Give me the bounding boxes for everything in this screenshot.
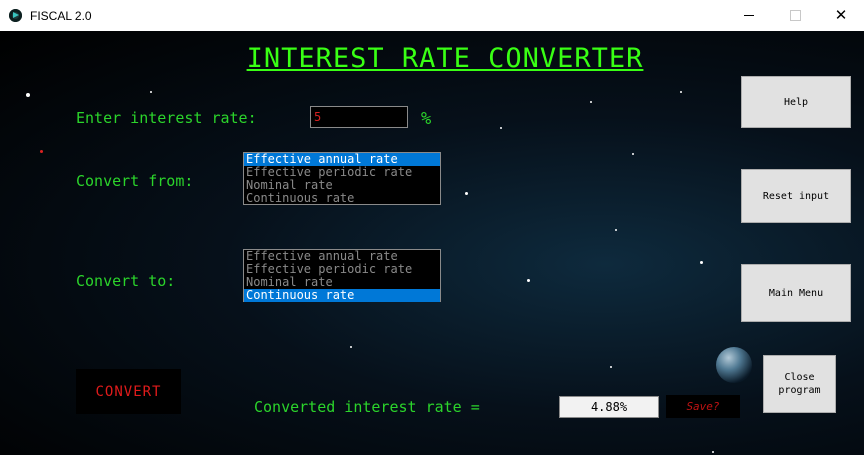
reset-input-button[interactable]: Reset input	[741, 169, 851, 223]
interest-rate-input[interactable]	[310, 106, 408, 128]
save-button[interactable]: Save?	[666, 395, 740, 418]
star-decoration	[350, 346, 352, 348]
star-decoration	[712, 451, 714, 453]
convert-to-label: Convert to:	[76, 272, 176, 290]
star-decoration	[527, 279, 530, 282]
page-title: INTEREST RATE CONVERTER	[246, 43, 644, 74]
title-bar: FISCAL 2.0 ✕	[0, 0, 864, 31]
minimize-button[interactable]	[726, 0, 772, 31]
star-decoration	[465, 192, 468, 195]
star-decoration	[590, 101, 592, 103]
star-decoration	[615, 229, 617, 231]
maximize-button[interactable]	[772, 0, 818, 31]
rate-label: Enter interest rate:	[76, 109, 257, 127]
percent-label: %	[421, 109, 432, 129]
result-label: Converted interest rate =	[254, 398, 480, 416]
window-title: FISCAL 2.0	[30, 9, 92, 23]
star-decoration	[610, 366, 612, 368]
main-menu-button[interactable]: Main Menu	[741, 264, 851, 322]
list-item[interactable]: Continuous rate	[244, 289, 440, 302]
star-decoration	[700, 261, 703, 264]
star-decoration	[40, 150, 43, 153]
star-decoration	[500, 127, 502, 129]
minimize-icon	[744, 15, 754, 16]
app-icon	[9, 9, 22, 22]
result-field: 4.88%	[559, 396, 659, 418]
maximize-icon	[789, 10, 801, 21]
convert-to-list[interactable]: Effective annual rate Effective periodic…	[243, 249, 441, 302]
help-button[interactable]: Help	[741, 76, 851, 128]
close-icon: ✕	[834, 6, 848, 24]
list-item[interactable]: Continuous rate	[244, 192, 440, 205]
convert-from-list[interactable]: Effective annual rate Effective periodic…	[243, 152, 441, 205]
convert-button[interactable]: CONVERT	[76, 369, 181, 414]
convert-from-label: Convert from:	[76, 172, 194, 190]
close-window-button[interactable]: ✕	[818, 0, 864, 31]
app-canvas: INTEREST RATE CONVERTER Enter interest r…	[0, 31, 864, 455]
star-decoration	[150, 91, 152, 93]
star-decoration	[680, 91, 682, 93]
star-decoration	[632, 153, 634, 155]
star-decoration	[26, 93, 30, 97]
planet-decoration	[716, 347, 752, 383]
close-program-button[interactable]: Close program	[763, 355, 836, 413]
